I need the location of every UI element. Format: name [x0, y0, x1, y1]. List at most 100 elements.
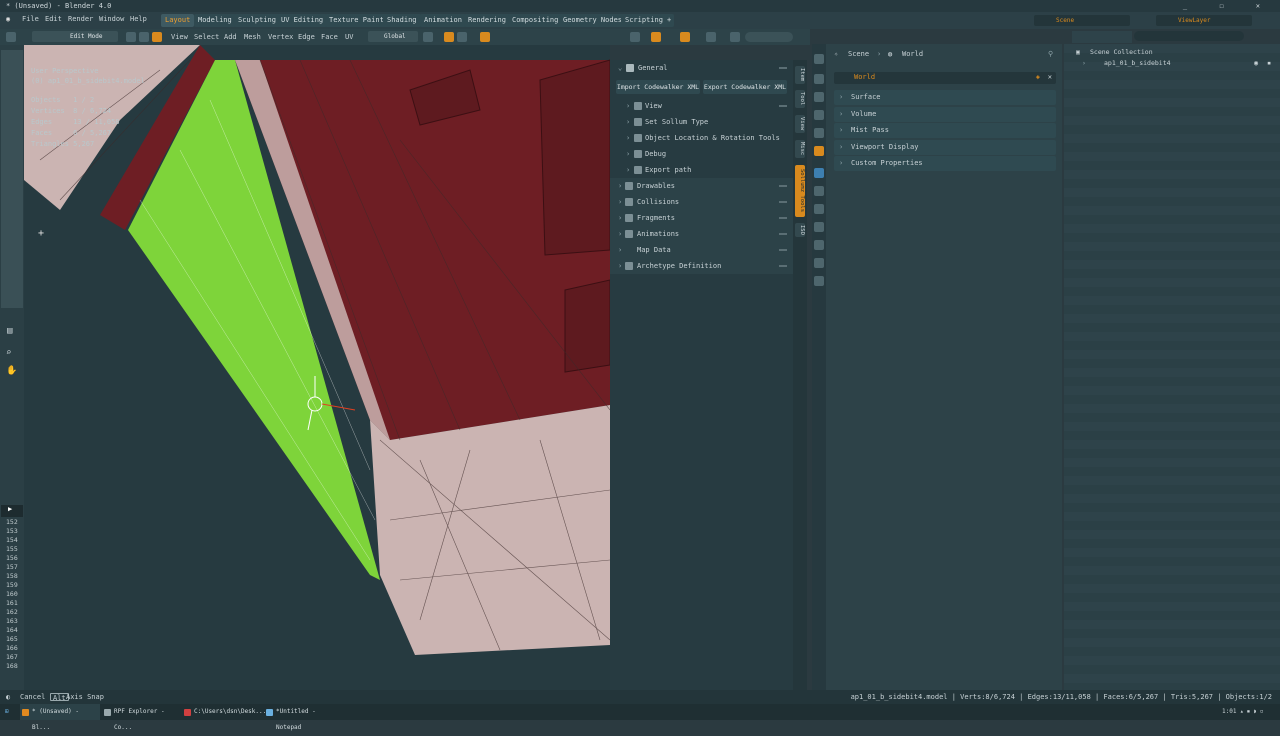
- tab-misc[interactable]: Misc: [795, 140, 805, 158]
- camera-icon[interactable]: ▪: [1267, 59, 1271, 67]
- tab-uv-editing[interactable]: UV Editing: [277, 14, 328, 27]
- tool-icon[interactable]: [814, 54, 824, 64]
- panel-custom-properties[interactable]: › Custom Properties: [834, 156, 1056, 171]
- xray-icon[interactable]: [680, 32, 690, 42]
- transform-orientation[interactable]: Global: [368, 31, 418, 42]
- viewport-3d[interactable]: User Perspective (0) ap1_01_b_sidebit4.m…: [0, 45, 610, 690]
- drag-grip-icon[interactable]: [779, 201, 787, 203]
- task-notepad[interactable]: *Untitled - Notepad: [264, 704, 344, 731]
- tab-sollumz-tools[interactable]: Sollumz Tools: [795, 165, 805, 217]
- panel-animations[interactable]: › Animations: [610, 226, 793, 242]
- task-blender[interactable]: * (Unsaved) - Bl...: [20, 704, 100, 731]
- tab-geometry-nodes[interactable]: Geometry Nodes: [559, 14, 627, 27]
- fake-user-icon[interactable]: ◈: [1036, 73, 1040, 81]
- snap-icon[interactable]: [444, 32, 454, 42]
- proportional-edit-icon[interactable]: [480, 32, 490, 42]
- view-layer-icon[interactable]: [814, 110, 824, 120]
- object-props-icon[interactable]: [814, 168, 824, 178]
- menu-window[interactable]: Window: [99, 15, 124, 23]
- render-icon[interactable]: [814, 74, 824, 84]
- menu-add[interactable]: Add: [224, 33, 237, 41]
- snap-target-icon[interactable]: [457, 32, 467, 42]
- material-icon[interactable]: [814, 276, 824, 286]
- menu-edit[interactable]: Edit: [45, 15, 62, 23]
- scene-collection-item[interactable]: Scene Collection: [1090, 48, 1153, 56]
- tab-shading[interactable]: Shading: [383, 14, 421, 27]
- menu-view[interactable]: View: [171, 33, 188, 41]
- panel-fragments[interactable]: › Fragments: [610, 210, 793, 226]
- editor-type-icon[interactable]: [6, 32, 16, 42]
- menu-render[interactable]: Render: [68, 15, 93, 23]
- panel-surface[interactable]: › Surface: [834, 90, 1056, 105]
- modifier-icon[interactable]: [814, 186, 824, 196]
- subpanel-set-sollum-type[interactable]: › Set Sollum Type: [610, 114, 793, 130]
- drag-grip-icon[interactable]: [779, 233, 787, 235]
- subpanel-debug[interactable]: › Debug: [610, 146, 793, 162]
- outliner-search-input[interactable]: [1134, 31, 1244, 41]
- world-name-field[interactable]: World: [854, 73, 875, 81]
- mode-selector[interactable]: Edit Mode: [32, 31, 118, 42]
- gizmo-icon[interactable]: [630, 32, 640, 42]
- menu-edge[interactable]: Edge: [298, 33, 315, 41]
- tab-iso[interactable]: ISO: [795, 223, 805, 237]
- panel-drawables[interactable]: › Drawables: [610, 178, 793, 194]
- tab-modeling[interactable]: Modeling: [194, 14, 236, 27]
- toggle-xray-icon[interactable]: [730, 32, 740, 42]
- panel-collisions[interactable]: › Collisions: [610, 194, 793, 210]
- pin-icon[interactable]: ⚲: [1048, 50, 1053, 58]
- edge-select-icon[interactable]: [139, 32, 149, 42]
- mesh-edit-overlay-icon[interactable]: [706, 32, 716, 42]
- breadcrumb-scene[interactable]: Scene: [848, 50, 869, 58]
- tab-item[interactable]: Item: [795, 66, 805, 84]
- panel-viewport-display[interactable]: › Viewport Display: [834, 140, 1056, 155]
- breadcrumb-world[interactable]: World: [902, 50, 923, 58]
- panel-general[interactable]: ⌄ General: [610, 60, 793, 76]
- face-select-icon[interactable]: [152, 32, 162, 42]
- pan-hand-icon[interactable]: ✋: [6, 366, 17, 376]
- tab-tool[interactable]: Tool: [795, 90, 805, 108]
- toolbar-scroll[interactable]: [1, 50, 23, 308]
- drag-grip-icon[interactable]: [779, 105, 787, 107]
- window-controls[interactable]: _ ☐ ✕: [1183, 0, 1274, 12]
- vertex-select-icon[interactable]: [126, 32, 136, 42]
- drag-grip-icon[interactable]: [779, 217, 787, 219]
- scene-props-icon[interactable]: [814, 128, 824, 138]
- scene-selector[interactable]: Scene: [1034, 15, 1130, 26]
- tab-sculpting[interactable]: Sculpting: [234, 14, 280, 27]
- panel-volume[interactable]: › Volume: [834, 107, 1056, 122]
- menu-select[interactable]: Select: [194, 33, 219, 41]
- menu-help[interactable]: Help: [130, 15, 147, 23]
- blender-logo-icon[interactable]: ◉: [6, 15, 10, 23]
- subpanel-view[interactable]: › View: [610, 98, 793, 114]
- toolbar-toggle-icon[interactable]: ▤: [7, 326, 12, 336]
- constraints-icon[interactable]: [814, 240, 824, 250]
- menu-uv[interactable]: UV: [345, 33, 353, 41]
- subpanel-object-location[interactable]: › Object Location & Rotation Tools: [610, 130, 793, 146]
- task-explorer[interactable]: C:\Users\dsn\Desk...: [182, 704, 266, 720]
- import-codewalker-button[interactable]: Import Codewalker XML: [616, 80, 700, 94]
- data-icon[interactable]: [814, 258, 824, 268]
- subpanel-export-path[interactable]: › Export path: [610, 162, 793, 178]
- drag-grip-icon[interactable]: [779, 67, 787, 69]
- drag-grip-icon[interactable]: [779, 249, 787, 251]
- play-button[interactable]: ▶: [1, 505, 23, 517]
- panel-map-data[interactable]: › Map Data: [610, 242, 793, 258]
- tab-rendering[interactable]: Rendering: [464, 14, 510, 27]
- drag-grip-icon[interactable]: [779, 185, 787, 187]
- pivot-icon[interactable]: [423, 32, 433, 42]
- output-icon[interactable]: [814, 92, 824, 102]
- overlay-icon[interactable]: [651, 32, 661, 42]
- windows-start-icon[interactable]: ⊞: [5, 704, 9, 720]
- zoom-icon[interactable]: ⌕: [6, 348, 11, 358]
- tab-texture-paint[interactable]: Texture Paint: [325, 14, 388, 27]
- task-rpf-explorer[interactable]: RPF Explorer - Co...: [102, 704, 180, 731]
- expand-icon[interactable]: ›: [1082, 59, 1086, 67]
- menu-mesh[interactable]: Mesh: [244, 33, 261, 41]
- menu-face[interactable]: Face: [321, 33, 338, 41]
- drag-grip-icon[interactable]: [779, 265, 787, 267]
- shading-modes[interactable]: [745, 32, 793, 42]
- close-icon[interactable]: ✕: [1048, 73, 1052, 81]
- panel-mist-pass[interactable]: › Mist Pass: [834, 123, 1056, 138]
- outliner-item[interactable]: ap1_01_b_sidebit4: [1104, 59, 1171, 67]
- eye-icon[interactable]: ◉: [1254, 59, 1258, 67]
